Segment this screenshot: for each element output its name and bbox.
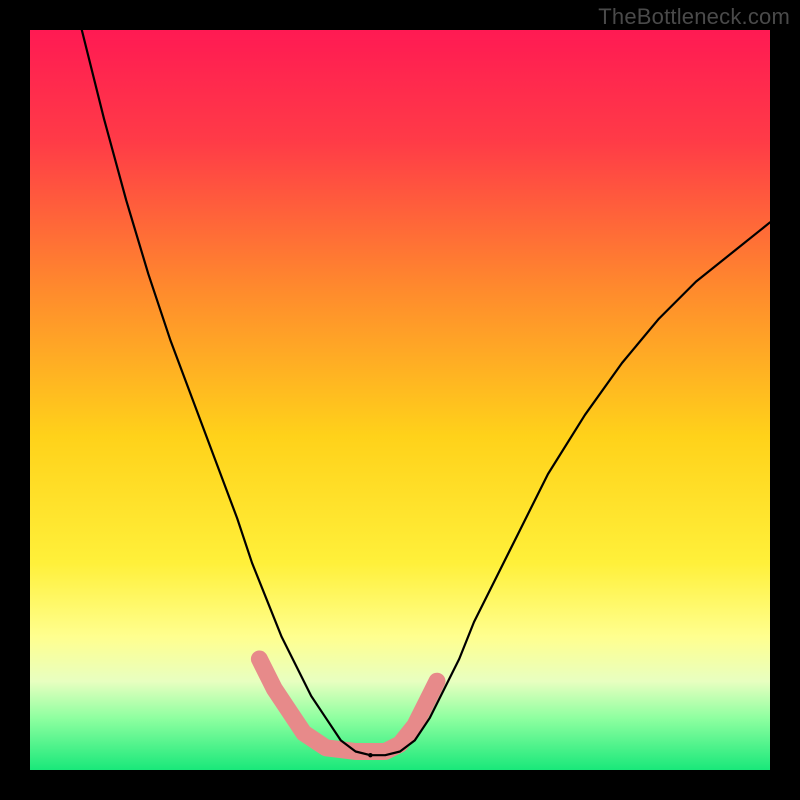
watermark-text: TheBottleneck.com <box>598 4 790 30</box>
outer-frame: TheBottleneck.com <box>0 0 800 800</box>
vertex-dot <box>368 753 372 757</box>
plot-area <box>30 30 770 770</box>
gradient-background <box>30 30 770 770</box>
bottleneck-chart <box>30 30 770 770</box>
